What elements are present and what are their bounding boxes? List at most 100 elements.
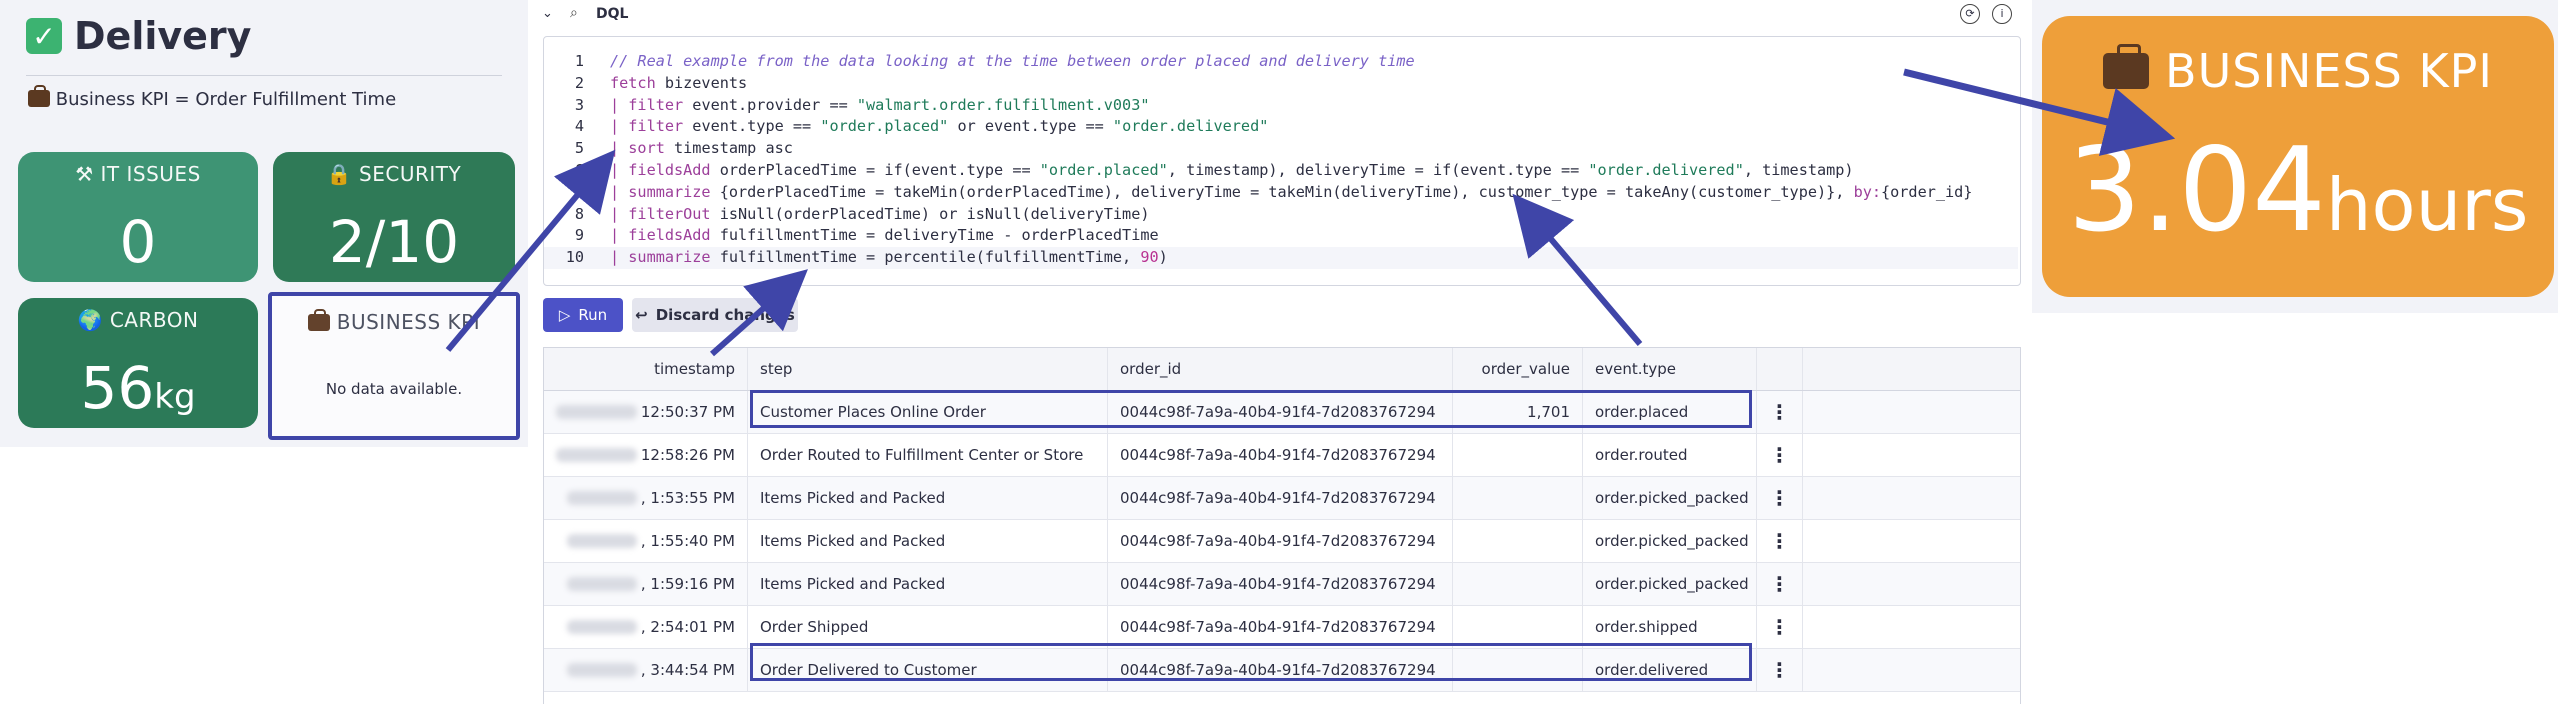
row-menu-icon[interactable]: ⋮: [1757, 391, 1803, 433]
it-issues-label: ⚒ IT ISSUES: [18, 162, 258, 186]
carbon-unit: kg: [154, 377, 196, 417]
column-header-order-id[interactable]: order_id: [1108, 348, 1453, 390]
line-number: 3: [574, 95, 584, 114]
table-row[interactable]: , 1:53:55 PM Items Picked and Packed 0044c…: [544, 477, 2020, 520]
column-header-step[interactable]: step: [748, 348, 1108, 390]
redacted-date: [556, 448, 637, 462]
it-issues-label-text: IT ISSUES: [100, 162, 201, 186]
cell-order-id: 0044c98f-7a9a-40b4-91f4-7d2083767294: [1108, 477, 1453, 519]
line-number: 7: [574, 182, 584, 201]
business-kpi-tile[interactable]: BUSINESS KPI No data available.: [268, 292, 520, 440]
briefcase-icon: [2103, 44, 2150, 89]
run-button[interactable]: ▷ Run: [543, 298, 623, 332]
carbon-value: 56kg: [18, 352, 258, 433]
discard-changes-button[interactable]: ↩ Discard changes: [632, 298, 798, 332]
undo-icon: ↩: [635, 306, 648, 324]
cell-timestamp: , 1:53:55 PM: [544, 477, 748, 519]
line-number: 4: [574, 117, 584, 136]
cell-order-id: 0044c98f-7a9a-40b4-91f4-7d2083767294: [1108, 434, 1453, 476]
it-issues-value: 0: [119, 208, 157, 276]
line-number: 10: [565, 248, 584, 267]
row-menu-icon[interactable]: ⋮: [1757, 520, 1803, 562]
cell-step: Items Picked and Packed: [748, 520, 1108, 562]
dashboard-subtitle: Business KPI = Order Fulfillment Time: [28, 85, 397, 110]
dashboard-subtitle-text: Business KPI = Order Fulfillment Time: [55, 89, 397, 110]
carbon-label-text: CARBON: [109, 308, 199, 332]
column-header-event-type[interactable]: event.type: [1583, 348, 1757, 390]
title-divider: [26, 75, 502, 76]
kpi-unit: hours: [2325, 163, 2529, 247]
column-header-timestamp[interactable]: timestamp: [544, 348, 748, 390]
chevron-down-icon[interactable]: ⌄: [542, 6, 553, 21]
security-value: 2/10: [328, 208, 460, 276]
highlight-order-delivered-row: [750, 643, 1752, 681]
it-issues-tile[interactable]: ⚒ IT ISSUES 0: [18, 152, 258, 282]
timestamp-text: , 1:59:16 PM: [640, 575, 735, 593]
table-row[interactable]: 12:58:26 PM Order Routed to Fulfillment C…: [544, 434, 2020, 477]
cell-order-value: [1453, 563, 1583, 605]
code-line-4: 4 | filter event.type == "order.placed" o…: [544, 116, 2018, 138]
dql-section-label: DQL: [596, 6, 629, 22]
cell-step: Items Picked and Packed: [748, 563, 1108, 605]
redacted-date: [556, 405, 637, 419]
cell-order-id: 0044c98f-7a9a-40b4-91f4-7d2083767294: [1108, 520, 1453, 562]
highlight-order-placed-row: [750, 390, 1752, 428]
code-lines: 1// Real example from the data looking a…: [544, 51, 2018, 269]
timestamp-text: , 1:55:40 PM: [640, 532, 735, 550]
cell-event-type: order.picked_packed: [1583, 520, 1757, 562]
kpi-result-panel: BUSINESS KPI 3.04hours: [2032, 0, 2558, 313]
briefcase-icon: [28, 85, 50, 107]
timestamp-text: 12:58:26 PM: [640, 446, 735, 464]
line-number: 2: [574, 73, 584, 92]
timestamp-text: , 1:53:55 PM: [640, 489, 735, 507]
cell-timestamp: , 2:54:01 PM: [544, 606, 748, 648]
run-button-label: Run: [578, 306, 608, 324]
code-line-9: 9 | fieldsAdd fulfillmentTime = deliveryT…: [544, 225, 2018, 247]
redacted-date: [566, 663, 637, 677]
row-menu-icon[interactable]: ⋮: [1757, 477, 1803, 519]
dql-code-editor[interactable]: 1// Real example from the data looking a…: [543, 36, 2021, 286]
row-menu-icon[interactable]: ⋮: [1757, 606, 1803, 648]
ai-assist-icon[interactable]: ⟳: [1960, 4, 1980, 24]
security-label: 🔒 SECURITY: [273, 162, 515, 186]
timestamp-text: 12:50:37 PM: [640, 403, 735, 421]
timestamp-text: , 2:54:01 PM: [640, 618, 735, 636]
tools-icon: ⚒: [75, 162, 94, 186]
kpi-card-label: BUSINESS KPI: [2042, 44, 2554, 98]
cell-order-id: 0044c98f-7a9a-40b4-91f4-7d2083767294: [1108, 606, 1453, 648]
redacted-date: [566, 620, 637, 634]
lock-icon: 🔒: [326, 162, 353, 186]
redacted-date: [566, 577, 637, 591]
dashboard-title: ✓ Delivery: [26, 14, 251, 58]
cell-order-value: [1453, 477, 1583, 519]
code-line-7: 7 | summarize {orderPlacedTime = takeMin(…: [544, 182, 2018, 204]
security-tile[interactable]: 🔒 SECURITY 2/10: [273, 152, 515, 282]
dql-notebook-panel: ⌄ ⌕ DQL ⟳ i 1// Real example from the da…: [540, 0, 2021, 704]
row-menu-icon[interactable]: ⋮: [1757, 649, 1803, 691]
dashboard-title-text: Delivery: [74, 14, 252, 58]
cell-event-type: order.shipped: [1583, 606, 1757, 648]
carbon-tile[interactable]: 🌍 CARBON 56kg: [18, 298, 258, 428]
play-icon: ▷: [558, 306, 571, 324]
column-header-order-value[interactable]: order_value: [1453, 348, 1583, 390]
column-header-menu: [1757, 348, 1803, 390]
cell-event-type: order.routed: [1583, 434, 1757, 476]
row-menu-icon[interactable]: ⋮: [1757, 563, 1803, 605]
query-icon: ⌕: [570, 5, 578, 21]
cell-timestamp: , 3:44:54 PM: [544, 649, 748, 691]
cell-order-id: 0044c98f-7a9a-40b4-91f4-7d2083767294: [1108, 563, 1453, 605]
checkmark-icon: ✓: [26, 18, 62, 54]
kpi-card-label-text: BUSINESS KPI: [2165, 44, 2493, 98]
table-row[interactable]: , 1:59:16 PM Items Picked and Packed 0044c…: [544, 563, 2020, 606]
info-icon[interactable]: i: [1992, 4, 2012, 24]
dashboard-panel: ✓ Delivery Business KPI = Order Fulfillm…: [0, 0, 528, 447]
redacted-date: [566, 534, 637, 548]
cell-timestamp: , 1:59:16 PM: [544, 563, 748, 605]
cell-step: Order Shipped: [748, 606, 1108, 648]
business-kpi-label-text: BUSINESS KPI: [336, 310, 481, 334]
table-row[interactable]: , 1:55:40 PM Items Picked and Packed 0044c…: [544, 520, 2020, 563]
cell-step: Items Picked and Packed: [748, 477, 1108, 519]
kpi-card-value: 3.04hours: [2042, 126, 2554, 270]
row-menu-icon[interactable]: ⋮: [1757, 434, 1803, 476]
cell-timestamp: 12:50:37 PM: [544, 391, 748, 433]
